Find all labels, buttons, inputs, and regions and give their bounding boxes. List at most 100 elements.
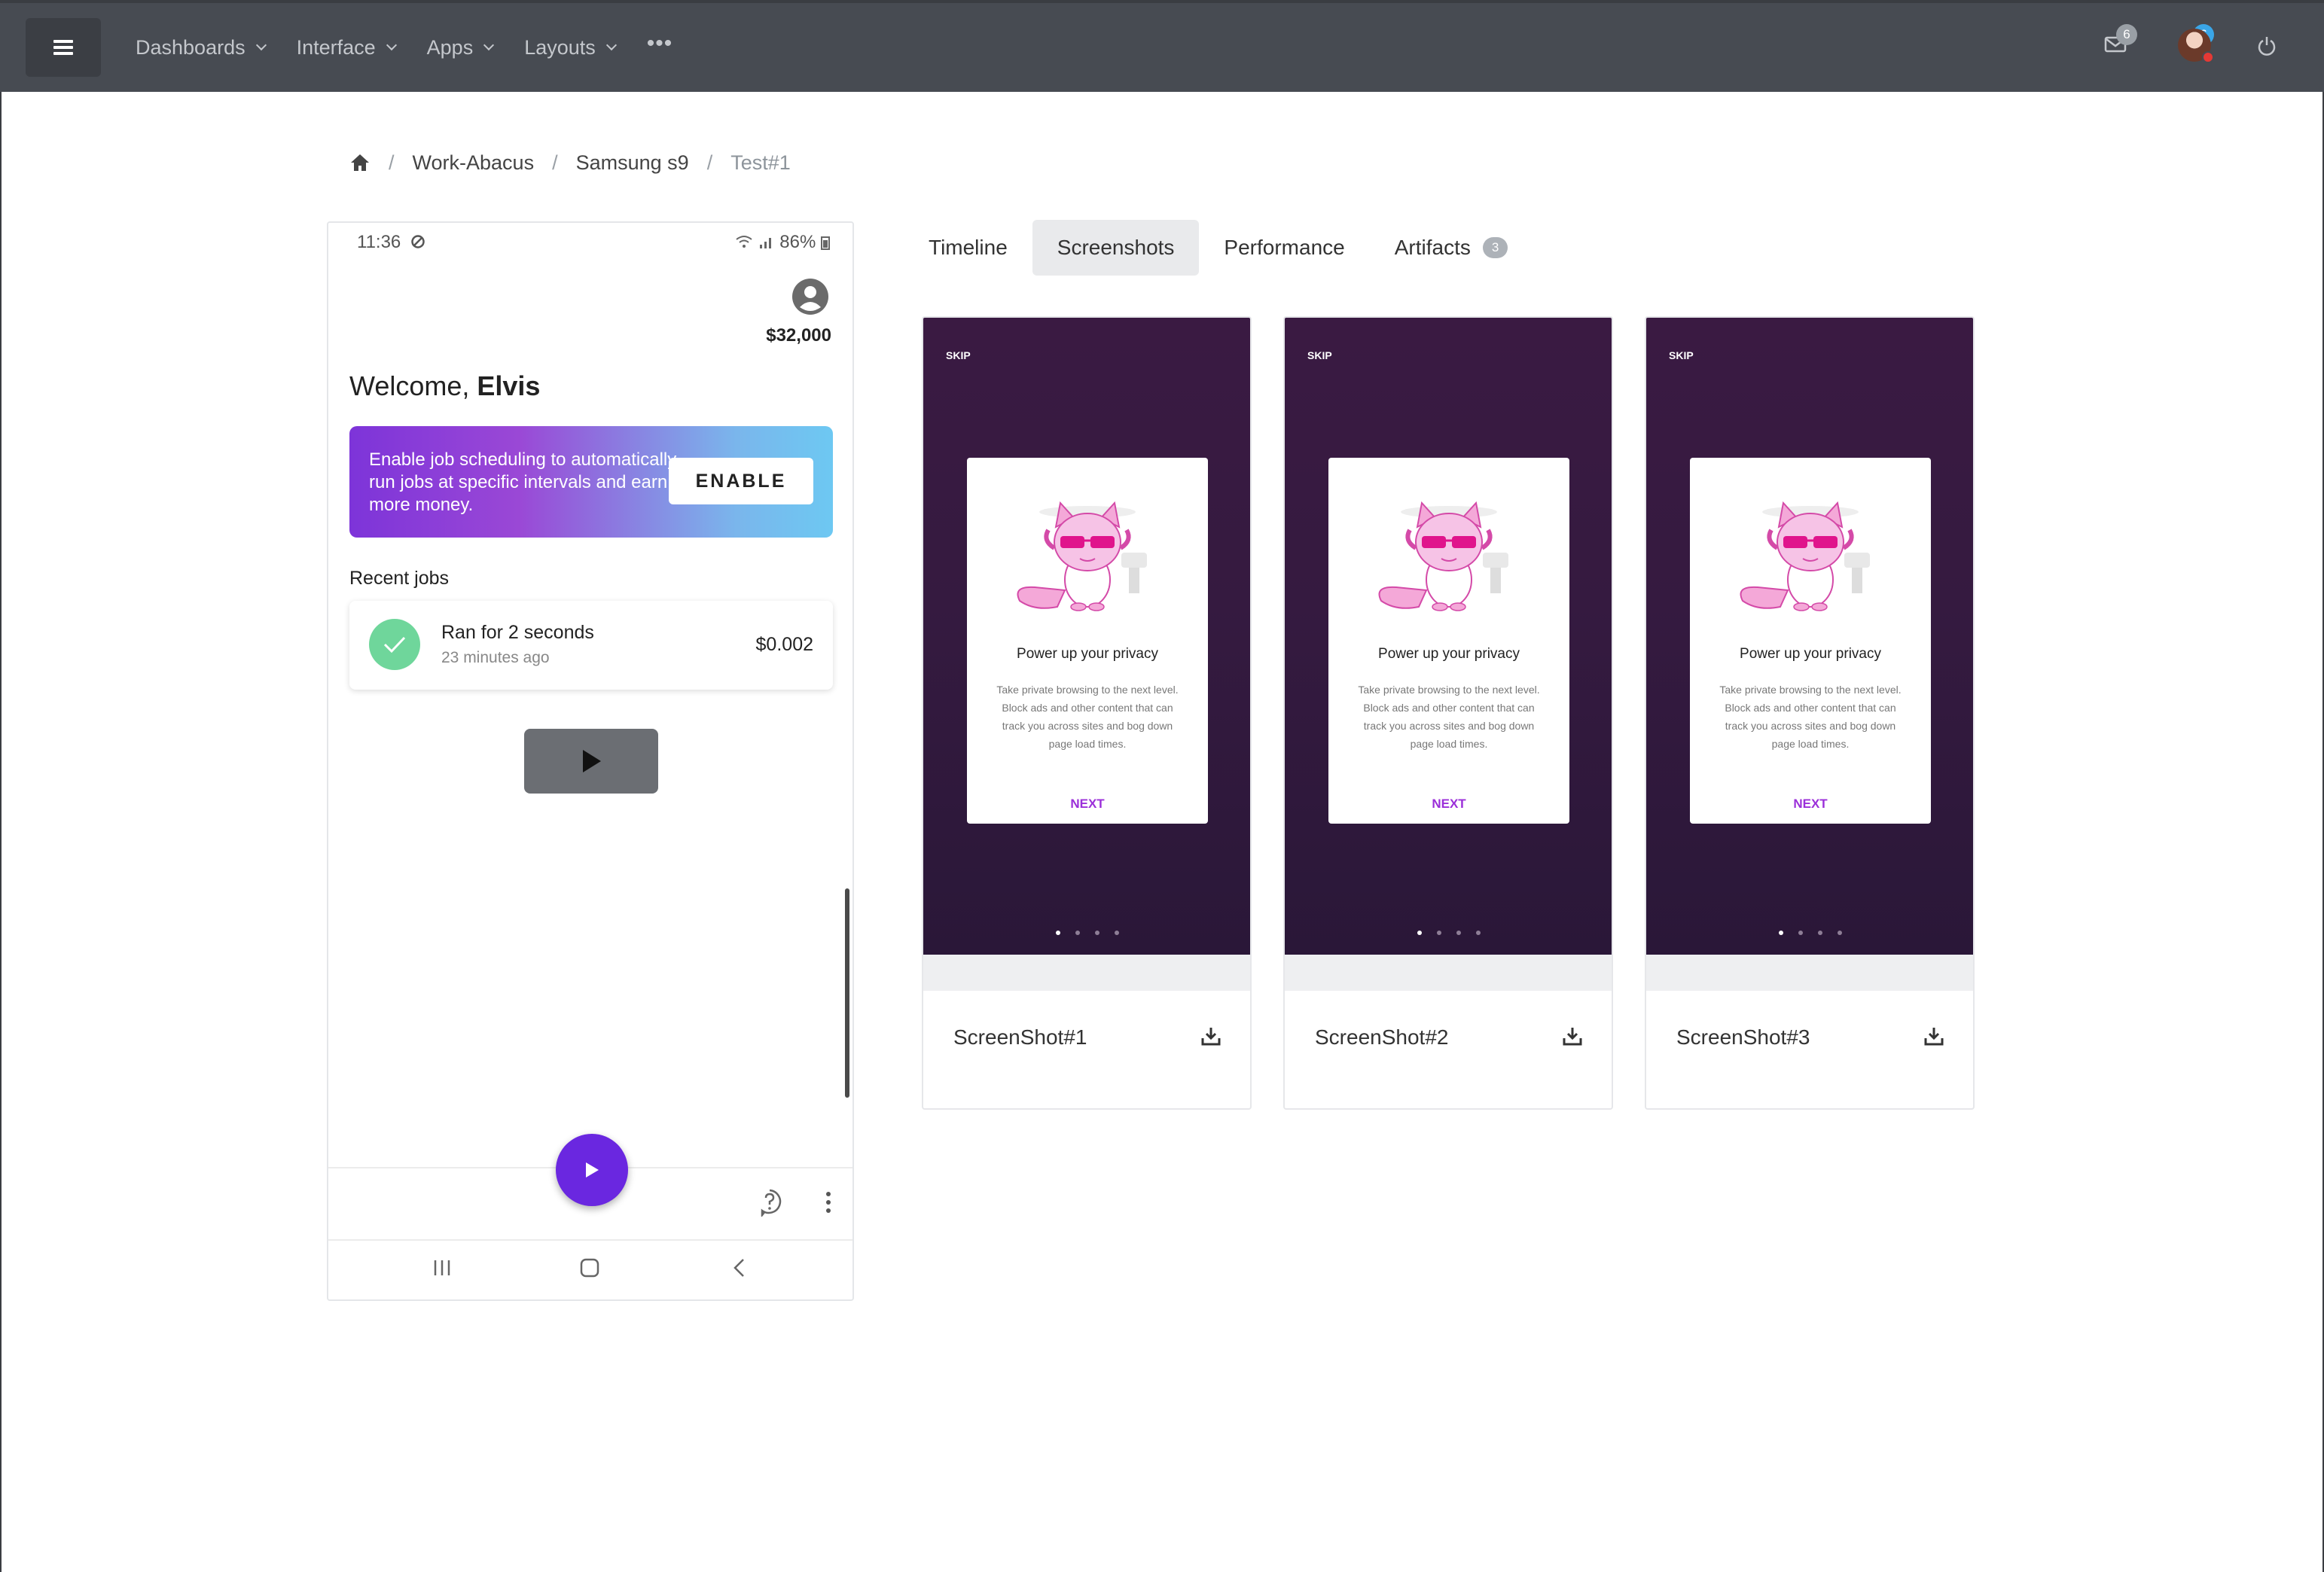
device-status-bar: 11:36 86% [357, 227, 830, 254]
shot-dialog: Power up your privacy Take private brows… [1328, 458, 1569, 824]
hamburger-icon [53, 40, 73, 55]
screenshot-thumbnail[interactable]: SKIP Power up your privacy Take private … [1646, 318, 1973, 955]
card-spacer [1646, 955, 1973, 991]
pager-dots [1417, 931, 1496, 935]
recent-apps-button[interactable] [431, 1257, 453, 1282]
more-options-button[interactable] [825, 1191, 831, 1217]
nav-apps[interactable]: Apps [426, 35, 495, 59]
account-balance: $32,000 [766, 325, 831, 346]
nav-apps-label: Apps [426, 35, 474, 59]
power-icon [2258, 37, 2276, 56]
run-job-button[interactable] [556, 1134, 628, 1206]
artifacts-count-badge: 3 [1482, 237, 1508, 258]
download-button[interactable] [1562, 1025, 1583, 1050]
promo-text: Enable job scheduling to automatically r… [369, 449, 677, 515]
welcome-heading: Welcome, Elvis [349, 370, 540, 402]
tab-screenshots[interactable]: Screenshots [1032, 220, 1200, 276]
back-chevron-icon [733, 1259, 744, 1277]
recents-icon [434, 1260, 450, 1275]
job-status [369, 619, 420, 670]
video-play-button[interactable] [524, 729, 658, 794]
tab-artifacts[interactable]: Artifacts 3 [1370, 220, 1533, 276]
raccoon-illustration [1017, 501, 1147, 611]
pager-dots [1779, 931, 1857, 935]
power-button[interactable] [2256, 35, 2277, 61]
account-circle-icon [792, 279, 828, 315]
home-icon[interactable] [349, 153, 371, 172]
chevron-down-icon [386, 39, 397, 51]
recent-jobs-heading: Recent jobs [349, 568, 450, 589]
mail-button[interactable]: 6 [2104, 24, 2137, 58]
status-right: 86% [735, 232, 830, 253]
tab-label: Timeline [929, 236, 1008, 259]
screenshot-thumbnail[interactable]: SKIP Power up your privacy Take private … [923, 318, 1250, 955]
breadcrumb-item-samsung-s9[interactable]: Samsung s9 [576, 151, 689, 175]
home-system-button[interactable] [578, 1257, 601, 1282]
avatar-status-dot [2202, 51, 2214, 63]
wifi-icon [736, 236, 752, 248]
job-scheduling-banner: Enable job scheduling to automatically r… [349, 426, 833, 538]
hamburger-menu-button[interactable] [26, 18, 101, 77]
job-time: 23 minutes ago [441, 649, 550, 666]
breadcrumb-separator: / [552, 151, 558, 174]
card-spacer [923, 955, 1250, 991]
download-icon [1563, 1028, 1582, 1046]
signal-icon [759, 238, 771, 248]
job-title: Ran for 2 seconds [441, 622, 594, 643]
breadcrumb-separator: / [389, 151, 395, 174]
enable-button[interactable]: ENABLE [669, 458, 813, 504]
welcome-name: Elvis [477, 370, 541, 401]
download-button[interactable] [1923, 1025, 1944, 1050]
result-tabs: Timeline Screenshots Performance Artifac… [904, 218, 1533, 277]
job-card[interactable]: Ran for 2 seconds 23 minutes ago $0.002 [349, 601, 833, 690]
system-navigation [328, 1247, 852, 1299]
nav-layouts-label: Layouts [524, 35, 596, 59]
breadcrumb-current: Test#1 [730, 151, 791, 174]
screenshot-card[interactable]: SKIP Power up your privacy Take private … [922, 316, 1252, 1110]
shot-next: NEXT [1070, 797, 1105, 811]
nav-dashboards[interactable]: Dashboards [136, 35, 267, 59]
chevron-down-icon [255, 39, 267, 51]
nav-dashboards-label: Dashboards [136, 35, 246, 59]
welcome-prefix: Welcome, [349, 370, 477, 401]
download-icon [1201, 1028, 1221, 1046]
status-time-text: 11:36 [357, 232, 401, 252]
scrollbar[interactable] [845, 888, 849, 1098]
nav-interface[interactable]: Interface [297, 36, 397, 59]
mail-badge: 6 [2116, 24, 2137, 45]
system-nav-divider [328, 1239, 852, 1241]
nav-more-button[interactable]: ••• [647, 31, 673, 56]
status-time: 11:36 [357, 232, 425, 253]
back-system-button[interactable] [730, 1257, 749, 1282]
breadcrumb-item-work-abacus[interactable]: Work-Abacus [413, 151, 535, 175]
tab-performance[interactable]: Performance [1199, 220, 1369, 276]
pager-dots [1056, 931, 1134, 935]
shot-title: Power up your privacy [1740, 646, 1881, 662]
tab-timeline[interactable]: Timeline [904, 220, 1032, 276]
shot-body: Take private browsing to the next level.… [996, 684, 1179, 750]
card-spacer [1285, 955, 1612, 991]
nav-layouts[interactable]: Layouts [524, 35, 617, 59]
screenshot-card[interactable]: SKIP Power up your privacy Take private … [1283, 316, 1613, 1110]
raccoon-illustration [1378, 501, 1508, 611]
tab-label: Performance [1224, 236, 1345, 259]
top-navbar: Dashboards Interface Apps Layouts ••• 6 [0, 3, 2324, 92]
more-vertical-icon [826, 1192, 831, 1213]
shot-next: NEXT [1793, 797, 1828, 811]
battery-icon [821, 236, 830, 250]
help-icon [761, 1189, 782, 1218]
breadcrumb: / Work-Abacus / Samsung s9 / Test#1 [349, 148, 791, 178]
account-button[interactable] [791, 277, 830, 320]
help-button[interactable] [756, 1188, 783, 1220]
download-button[interactable] [1200, 1025, 1221, 1050]
shot-skip-text: SKIP [946, 349, 971, 361]
job-amount: $0.002 [755, 634, 813, 655]
play-icon [586, 1162, 599, 1177]
home-square-icon [580, 1258, 599, 1278]
screenshot-thumbnail[interactable]: SKIP Power up your privacy Take private … [1285, 318, 1612, 955]
screenshot-label: ScreenShot#2 [1315, 1025, 1449, 1049]
screenshot-card[interactable]: SKIP Power up your privacy Take private … [1645, 316, 1975, 1110]
shot-skip-text: SKIP [1307, 349, 1332, 361]
shot-title: Power up your privacy [1378, 646, 1520, 662]
chevron-down-icon [483, 39, 495, 51]
